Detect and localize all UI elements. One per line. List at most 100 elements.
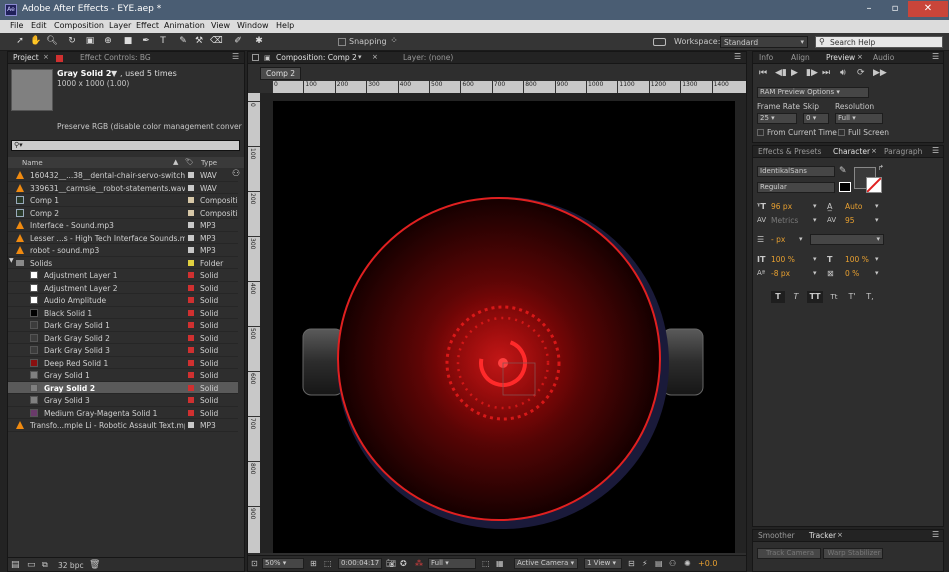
dropdown-arrow-icon[interactable]: ▼ (111, 69, 117, 78)
chevron-down-icon[interactable]: ▾ (875, 216, 879, 224)
hand-tool-icon[interactable]: ✋ (30, 35, 42, 47)
faux-bold-button[interactable]: T (771, 291, 785, 303)
brush-tool-icon[interactable]: ✎ (177, 35, 189, 47)
list-item[interactable]: Medium Gray-Magenta Solid 1 Solid (8, 407, 238, 419)
leading-value[interactable]: Auto (845, 202, 862, 211)
ram-preview-icon[interactable]: ▶▶ (873, 68, 887, 78)
pan-behind-tool-icon[interactable]: ⊕ (102, 35, 114, 47)
label-color-swatch[interactable] (188, 347, 194, 353)
list-item[interactable]: Dark Gray Solid 3 Solid (8, 344, 238, 357)
tab-paragraph[interactable]: Paragraph (884, 147, 922, 156)
label-color-swatch[interactable] (188, 272, 194, 278)
panel-menu-icon[interactable]: ☰ (932, 52, 939, 61)
snapping-checkbox[interactable] (338, 38, 346, 46)
always-preview-icon[interactable]: ⊡ (251, 559, 258, 568)
list-item[interactable]: robot - sound.mp3 MP3 (8, 244, 238, 257)
bit-depth[interactable]: 32 bpc (58, 561, 84, 570)
full-screen-checkbox[interactable] (838, 129, 845, 136)
clone-stamp-tool-icon[interactable]: ⚒ (193, 35, 205, 47)
horizontal-scale-value[interactable]: 100 % (845, 255, 869, 264)
list-item[interactable]: Gray Solid 1 Solid (8, 369, 238, 382)
composition-viewer[interactable] (260, 93, 746, 553)
tab-composition[interactable]: Composition: Comp 2 (276, 53, 357, 62)
minimize-icon[interactable]: – (856, 1, 882, 17)
label-color-swatch[interactable] (188, 209, 194, 216)
transparency-grid-icon[interactable]: ▦ (496, 559, 504, 568)
warp-stabilizer-button[interactable]: Warp Stabilizer (823, 548, 883, 559)
chevron-down-icon[interactable]: ▾ (813, 216, 817, 224)
list-item[interactable]: 339631__carmsie__robot-statements.wav WAV (8, 182, 238, 194)
menu-view[interactable]: View (211, 21, 230, 30)
menu-composition[interactable]: Composition (54, 21, 104, 30)
chevron-down-icon[interactable]: ▾ (875, 255, 879, 263)
zoom-dropdown[interactable]: 50% ▾ (262, 558, 304, 569)
menu-effect[interactable]: Effect (136, 21, 159, 30)
next-frame-icon[interactable]: ▮▶ (806, 68, 818, 78)
tsume-value[interactable]: 0 % (845, 269, 859, 278)
stroke-style-dropdown[interactable]: ▾ (810, 234, 884, 245)
tab-effect-controls[interactable]: Effect Controls: BG (80, 53, 151, 62)
new-comp-icon[interactable]: ⧉ (42, 560, 48, 570)
label-color-swatch[interactable] (188, 234, 194, 241)
label-color-swatch[interactable] (188, 247, 194, 253)
chevron-down-icon[interactable]: ▾ (813, 202, 817, 210)
menu-layer[interactable]: Layer (109, 21, 131, 30)
tab-smoother[interactable]: Smoother (758, 531, 795, 540)
list-item[interactable]: Deep Red Solid 1 Solid (8, 357, 238, 369)
menu-animation[interactable]: Animation (164, 21, 205, 30)
menu-edit[interactable]: Edit (31, 21, 47, 30)
sort-arrow-icon[interactable]: ▲ (173, 158, 178, 166)
chevron-down-icon[interactable]: ▾ (799, 235, 803, 243)
comp-dropdown-icon[interactable]: ▾ (358, 53, 362, 61)
list-item[interactable]: Dark Gray Solid 2 Solid (8, 332, 238, 344)
safe-margins-icon[interactable]: ⊞ (310, 559, 317, 568)
tab-info[interactable]: Info (759, 53, 773, 62)
column-type[interactable]: Type (201, 159, 217, 167)
label-color-swatch[interactable] (188, 172, 194, 178)
toggle-pixel-aspect-icon[interactable]: ⊟ (628, 559, 635, 568)
flowchart-icon[interactable]: ⚇ (232, 169, 244, 181)
list-item[interactable]: 160432__...38__dental-chair-servo-switch… (8, 169, 238, 182)
show-snapshot-icon[interactable]: ✪ (400, 559, 407, 568)
trash-icon[interactable]: 🗑 (89, 560, 100, 570)
search-help-input[interactable]: ⚲ Search Help (815, 36, 943, 48)
label-color-swatch[interactable] (188, 372, 194, 378)
roto-brush-tool-icon[interactable]: ✐ (232, 35, 244, 47)
timeline-icon[interactable]: ▤ (655, 559, 663, 568)
label-color-swatch[interactable] (188, 422, 194, 428)
close-tab-icon[interactable]: × (871, 147, 877, 155)
close-icon[interactable]: ✕ (908, 1, 948, 17)
tab-align[interactable]: Align (791, 53, 810, 62)
chevron-down-icon[interactable]: ▾ (813, 269, 817, 277)
list-item[interactable]: ▼ Solids Folder (8, 257, 238, 269)
label-color-swatch[interactable] (188, 184, 194, 191)
close-tab-icon[interactable]: × (857, 53, 863, 61)
list-item[interactable]: Interface - Sound.mp3 MP3 (8, 219, 238, 232)
label-color-swatch[interactable] (188, 359, 194, 366)
swap-colors-icon[interactable]: ↱ (878, 164, 884, 172)
snapshot-icon[interactable]: 📷︎ (386, 559, 396, 568)
close-tab-icon[interactable]: × (837, 531, 843, 539)
rotate-tool-icon[interactable]: ↻ (66, 35, 78, 47)
menu-file[interactable]: File (10, 21, 23, 30)
pen-tool-icon[interactable]: ✒ (140, 35, 152, 47)
faux-italic-button[interactable]: T (789, 291, 803, 303)
baseline-shift-value[interactable]: -8 px (771, 269, 790, 278)
selection-tool-icon[interactable]: ➚ (14, 35, 26, 47)
puppet-pin-tool-icon[interactable]: ✱ (253, 35, 265, 47)
chevron-down-icon[interactable]: ▾ (813, 255, 817, 263)
panel-menu-icon[interactable]: ☰ (734, 52, 741, 61)
label-color-swatch[interactable] (188, 322, 194, 328)
audio-icon[interactable]: 🔊︎ (840, 68, 846, 78)
label-color-swatch[interactable] (188, 409, 194, 416)
project-search-input[interactable]: ⚲▾ (11, 140, 240, 151)
camera-dropdown[interactable]: Active Camera ▾ (514, 558, 578, 569)
tab-tracker[interactable]: Tracker (809, 531, 836, 540)
chevron-down-icon[interactable]: ▾ (875, 202, 879, 210)
column-name[interactable]: Name (22, 159, 43, 167)
expand-twirl-icon[interactable]: ▼ (9, 257, 14, 264)
new-folder-icon[interactable]: ▭ (27, 560, 36, 570)
font-style-dropdown[interactable]: Regular (757, 182, 835, 193)
list-item[interactable]: Black Solid 1 Solid (8, 307, 238, 319)
fast-previews-icon[interactable]: ⚡ (642, 559, 648, 568)
